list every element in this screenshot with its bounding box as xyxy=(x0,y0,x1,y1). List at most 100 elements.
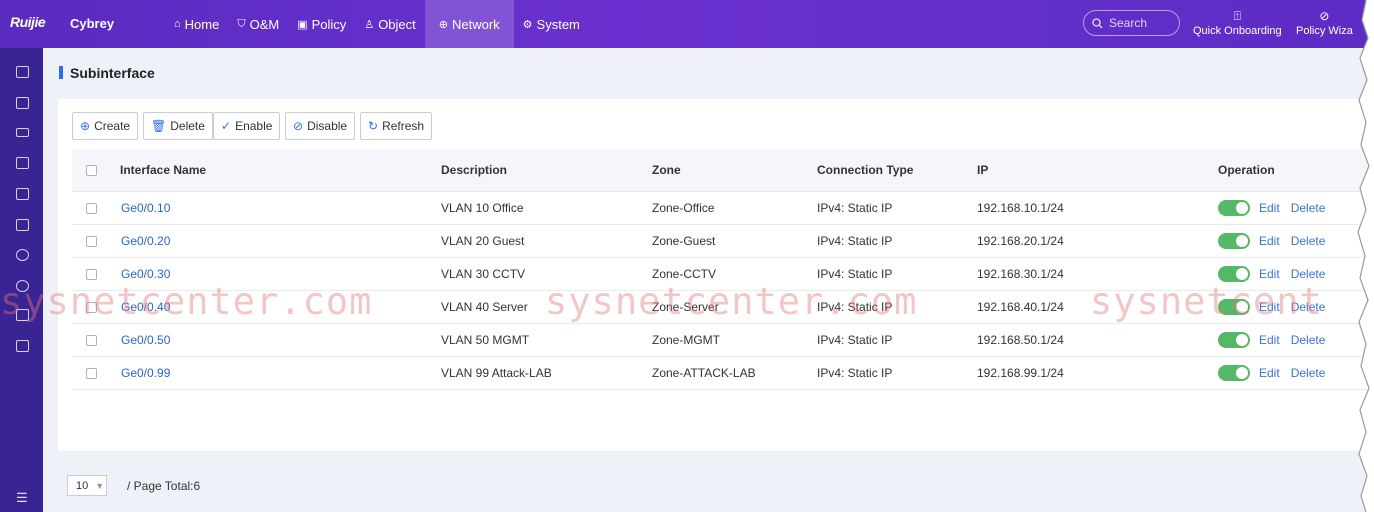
shield-icon: ⛉ xyxy=(237,17,246,30)
row-checkbox[interactable] xyxy=(86,367,97,379)
enable-toggle[interactable] xyxy=(1218,266,1250,282)
stats-icon[interactable] xyxy=(16,340,29,352)
nav-object-label: Object xyxy=(378,16,416,32)
delete-button[interactable]: 🗑 Delete xyxy=(143,112,213,140)
router-icon[interactable] xyxy=(16,128,29,137)
table-row: Ge0/0.10 VLAN 10 Office Zone-Office IPv4… xyxy=(72,192,1374,225)
zone-cell: Zone-Server xyxy=(652,300,719,314)
trash-icon: 🗑 xyxy=(151,119,167,133)
table-row: Ge0/0.20 VLAN 20 Guest Zone-Guest IPv4: … xyxy=(72,225,1374,258)
interface-name-link[interactable]: Ge0/0.20 xyxy=(121,225,170,257)
monitor-icon[interactable] xyxy=(16,97,29,109)
row-checkbox[interactable] xyxy=(86,268,97,280)
ruijie-logo: Ruijie xyxy=(10,14,46,30)
nav-home[interactable]: ⌂ Home xyxy=(165,0,228,48)
col-connection-type: Connection Type xyxy=(817,163,914,177)
search-icon xyxy=(1092,17,1103,28)
row-checkbox[interactable] xyxy=(86,301,97,313)
enable-toggle[interactable] xyxy=(1218,233,1250,249)
page-size-select[interactable]: 10 ▼ xyxy=(67,475,107,496)
edit-link[interactable]: Edit xyxy=(1259,333,1280,347)
delete-link[interactable]: Delete xyxy=(1291,267,1326,281)
interface-name-link[interactable]: Ge0/0.50 xyxy=(121,324,170,356)
edit-link[interactable]: Edit xyxy=(1259,267,1280,281)
collapse-menu-icon[interactable]: ☰ xyxy=(16,490,28,506)
delete-link[interactable]: Delete xyxy=(1291,201,1326,215)
edit-link[interactable]: Edit xyxy=(1259,234,1280,248)
main-content: Subinterface ⊕ Create 🗑 Delete ✓ Enable ⊘ Di… xyxy=(43,48,1374,512)
grid-icon[interactable] xyxy=(16,188,29,200)
nav-policy[interactable]: ▣ Policy xyxy=(288,0,355,48)
ip-cell: 192.168.50.1/24 xyxy=(977,333,1064,347)
edit-link[interactable]: Edit xyxy=(1259,201,1280,215)
globe-icon[interactable] xyxy=(16,249,29,261)
nav-policy-label: Policy xyxy=(311,16,347,32)
target-icon[interactable] xyxy=(16,280,29,292)
table-header: Interface Name Description Zone Connecti… xyxy=(72,149,1374,192)
delete-link[interactable]: Delete xyxy=(1291,333,1326,347)
refresh-button[interactable]: ↻ Refresh xyxy=(360,112,433,140)
nav-om[interactable]: ⛉ O&M xyxy=(228,0,288,48)
upload-box-icon: ⍐ xyxy=(1233,9,1241,23)
nav-network[interactable]: ⊕ Network xyxy=(424,0,514,48)
edit-link[interactable]: Edit xyxy=(1259,366,1280,380)
description-cell: VLAN 99 Attack-LAB xyxy=(441,366,552,380)
interface-name-link[interactable]: Ge0/0.10 xyxy=(121,192,170,224)
nav-object[interactable]: ♙ Object xyxy=(355,0,424,48)
create-button[interactable]: ⊕ Create xyxy=(72,112,139,140)
dashboard-icon[interactable] xyxy=(16,66,29,78)
table-row: Ge0/0.50 VLAN 50 MGMT Zone-MGMT IPv4: St… xyxy=(72,324,1374,357)
ip-cell: 192.168.20.1/24 xyxy=(977,234,1064,248)
policy-wizard-button[interactable]: ⊘ Policy Wiza xyxy=(1296,9,1353,37)
description-cell: VLAN 50 MGMT xyxy=(441,333,530,347)
table-row: Ge0/0.40 VLAN 40 Server Zone-Server IPv4… xyxy=(72,291,1374,324)
zone-cell: Zone-Guest xyxy=(652,234,716,248)
delete-link[interactable]: Delete xyxy=(1291,366,1326,380)
col-ip: IP xyxy=(977,163,989,177)
col-zone: Zone xyxy=(652,163,681,177)
search-input[interactable] xyxy=(1107,15,1175,31)
nav-network-label: Network xyxy=(451,16,500,32)
table-row: Ge0/0.99 VLAN 99 Attack-LAB Zone-ATTACK-… xyxy=(72,357,1374,390)
disable-button[interactable]: ⊘ Disable xyxy=(285,112,356,140)
subinterface-panel: ⊕ Create 🗑 Delete ✓ Enable ⊘ Disable ↻ Refres… xyxy=(58,99,1374,451)
zone-cell: Zone-CCTV xyxy=(652,267,717,281)
select-all-checkbox[interactable] xyxy=(86,164,97,176)
interface-name-link[interactable]: Ge0/0.99 xyxy=(121,357,170,389)
ip-cell: 192.168.99.1/24 xyxy=(977,366,1064,380)
refresh-icon: ↻ xyxy=(368,119,379,133)
enable-button[interactable]: ✓ Enable xyxy=(213,112,281,140)
row-checkbox[interactable] xyxy=(86,235,97,247)
quick-onboarding-button[interactable]: ⍐ Quick Onboarding xyxy=(1193,9,1282,37)
row-checkbox[interactable] xyxy=(86,334,97,346)
chart-icon[interactable] xyxy=(16,219,29,231)
interface-name-link[interactable]: Ge0/0.40 xyxy=(121,291,170,323)
nav-home-label: Home xyxy=(184,16,220,32)
delete-label: Delete xyxy=(170,119,205,133)
enable-toggle[interactable] xyxy=(1218,332,1250,348)
interface-name-link[interactable]: Ge0/0.30 xyxy=(121,258,170,290)
compass-icon: ⊘ xyxy=(1319,9,1330,23)
enable-label: Enable xyxy=(235,119,273,133)
col-interface-name: Interface Name xyxy=(120,163,207,177)
zone-cell: Zone-MGMT xyxy=(652,333,721,347)
ip-cell: 192.168.40.1/24 xyxy=(977,300,1064,314)
enable-toggle[interactable] xyxy=(1218,365,1250,381)
col-description: Description xyxy=(441,163,508,177)
log-icon[interactable] xyxy=(16,157,29,169)
description-cell: VLAN 20 Guest xyxy=(441,234,525,248)
user-icon: ♙ xyxy=(364,18,375,31)
zone-cell: Zone-ATTACK-LAB xyxy=(652,366,756,380)
row-checkbox[interactable] xyxy=(86,202,97,214)
delete-link[interactable]: Delete xyxy=(1291,234,1326,248)
delete-link[interactable]: Delete xyxy=(1291,300,1326,314)
zone-cell: Zone-Office xyxy=(652,201,715,215)
document-icon[interactable] xyxy=(16,309,29,321)
policy-icon: ▣ xyxy=(297,18,308,31)
home-icon: ⌂ xyxy=(174,18,181,30)
edit-link[interactable]: Edit xyxy=(1259,300,1280,314)
nav-system[interactable]: ⚙ System xyxy=(514,0,589,48)
enable-toggle[interactable] xyxy=(1218,200,1250,216)
enable-toggle[interactable] xyxy=(1218,299,1250,315)
description-cell: VLAN 40 Server xyxy=(441,300,528,314)
